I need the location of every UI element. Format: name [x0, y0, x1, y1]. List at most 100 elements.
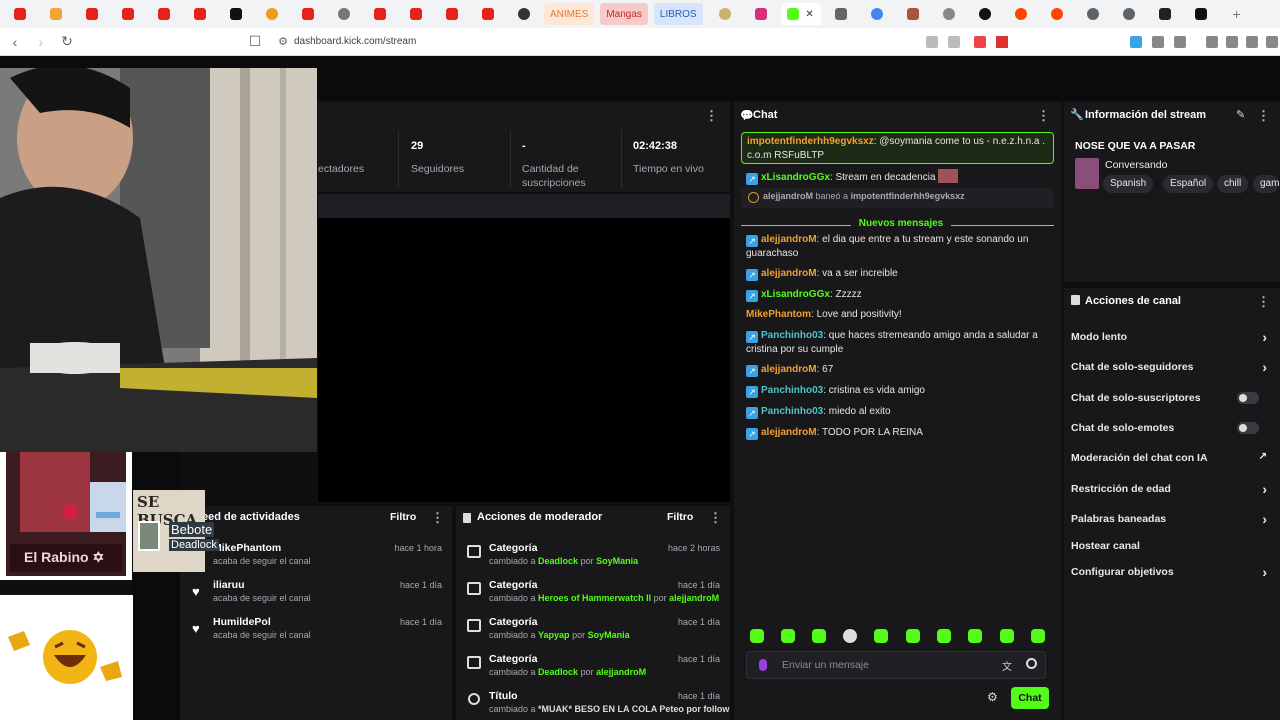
- tab-tiktok-icon[interactable]: [1185, 3, 1217, 25]
- edit-pencil-icon[interactable]: ✎: [1236, 108, 1245, 121]
- tab-youtube-icon[interactable]: [148, 3, 180, 25]
- tab-reddit-icon[interactable]: [1005, 3, 1037, 25]
- tab-youtube-icon[interactable]: [4, 3, 36, 25]
- url-field[interactable]: dashboard.kick.com/stream: [294, 28, 416, 56]
- tab-animes[interactable]: ANIMES: [544, 3, 595, 25]
- tab-black-icon[interactable]: [969, 3, 1001, 25]
- tab-x-icon[interactable]: [220, 3, 252, 25]
- stats-menu-icon[interactable]: ⋮: [705, 108, 718, 124]
- stream-info-menu-icon[interactable]: ⋮: [1257, 108, 1270, 124]
- tab-youtube-icon[interactable]: [76, 3, 108, 25]
- tab-youtube-icon[interactable]: [436, 3, 468, 25]
- moderator-filter-button[interactable]: Filtro: [667, 511, 693, 523]
- mod-action-value[interactable]: Deadlock: [538, 667, 578, 677]
- tab-history-icon[interactable]: [933, 3, 965, 25]
- chat-user[interactable]: alejjandroM: [761, 268, 817, 279]
- close-tab-icon[interactable]: ✕: [805, 9, 813, 20]
- tab-active-kick[interactable]: ✕: [780, 3, 821, 25]
- emote-icon[interactable]: [812, 629, 826, 643]
- action-set-goals[interactable]: Configurar objetivos ›: [1071, 564, 1271, 580]
- reload-icon[interactable]: ↻: [56, 31, 78, 53]
- toggle-subscribers-only[interactable]: [1237, 392, 1259, 404]
- chat-user[interactable]: Panchinho03: [761, 406, 823, 417]
- toggle-emotes-only[interactable]: [1237, 422, 1259, 434]
- action-ai-moderation[interactable]: Moderación del chat con IA ↗: [1071, 451, 1271, 464]
- alert-icon[interactable]: [996, 36, 1008, 48]
- tab-youtube-icon[interactable]: [184, 3, 216, 25]
- tab-globe-icon[interactable]: [1113, 3, 1145, 25]
- site-info-icon[interactable]: ⚙: [272, 31, 294, 53]
- chat-user[interactable]: MikePhantom: [746, 309, 811, 320]
- pinned-user[interactable]: impotentfinderhh9egvksxz: [747, 136, 874, 147]
- action-emotes-only[interactable]: Chat de solo-emotes: [1071, 422, 1271, 434]
- tab-youtube-icon[interactable]: [292, 3, 324, 25]
- chat-user[interactable]: alejjandroM: [761, 364, 817, 375]
- action-slow-mode[interactable]: Modo lento ›: [1071, 329, 1271, 345]
- microphone-icon[interactable]: [759, 659, 767, 671]
- profile-icon[interactable]: [1266, 36, 1278, 48]
- back-icon[interactable]: ‹: [4, 31, 26, 53]
- chat-menu-icon[interactable]: ⋮: [1037, 108, 1050, 124]
- mod-action-value[interactable]: *MUAK* BESO EN LA COLA Peteo por follow: [538, 704, 729, 714]
- tab-youtube-icon[interactable]: [364, 3, 396, 25]
- tab-gray-icon[interactable]: [328, 3, 360, 25]
- moderator-menu-icon[interactable]: ⋮: [709, 510, 722, 526]
- tab-orange-icon[interactable]: [40, 3, 72, 25]
- tab-instagram-icon[interactable]: [745, 3, 777, 25]
- mod-action-user[interactable]: alejjandroM: [596, 667, 646, 677]
- tab-shield-icon[interactable]: [825, 3, 857, 25]
- wallet-icon[interactable]: [1246, 36, 1258, 48]
- tab-youtube-icon[interactable]: [472, 3, 504, 25]
- smiley-icon[interactable]: [1026, 658, 1037, 669]
- tab-google-icon[interactable]: [861, 3, 893, 25]
- emote-icon[interactable]: [750, 629, 764, 643]
- chat-user[interactable]: alejjandroM: [761, 427, 817, 438]
- chat-user[interactable]: Panchinho03: [761, 385, 823, 396]
- tab-heart-icon[interactable]: [256, 3, 288, 25]
- emote-icon[interactable]: [1031, 629, 1045, 643]
- tab-globe-icon[interactable]: [1077, 3, 1109, 25]
- extension-icon[interactable]: [974, 36, 986, 48]
- sidepanel-icon[interactable]: [1226, 36, 1238, 48]
- ban-user[interactable]: alejjandroM: [763, 191, 813, 201]
- tab-openai-icon[interactable]: [508, 3, 540, 25]
- new-tab-icon[interactable]: +: [1221, 3, 1253, 25]
- translate-icon[interactable]: 文: [1002, 658, 1012, 673]
- action-followers-only[interactable]: Chat de solo-seguidores ›: [1071, 359, 1271, 375]
- action-host-channel[interactable]: Hostear canal: [1071, 540, 1271, 552]
- action-subscribers-only[interactable]: Chat de solo-suscriptores: [1071, 392, 1271, 404]
- tab-reddit-icon[interactable]: [1041, 3, 1073, 25]
- tab-food-icon[interactable]: [709, 3, 741, 25]
- chat-user[interactable]: alejjandroM: [761, 234, 817, 245]
- settings-gear-icon[interactable]: ⚙: [987, 690, 998, 704]
- emote-icon[interactable]: [906, 629, 920, 643]
- translate-icon[interactable]: [1130, 36, 1142, 48]
- tab-libros[interactable]: LIBROS: [653, 3, 703, 25]
- category-name[interactable]: Conversando: [1105, 159, 1167, 171]
- tab-youtube-icon[interactable]: [112, 3, 144, 25]
- share-icon[interactable]: [948, 36, 960, 48]
- forward-icon[interactable]: ›: [30, 31, 52, 53]
- action-age-restriction[interactable]: Restricción de edad ›: [1071, 481, 1271, 497]
- chat-user[interactable]: xLisandroGGx: [761, 172, 830, 183]
- tab-mangas[interactable]: Mangas: [600, 3, 648, 25]
- media-icon[interactable]: [1206, 36, 1218, 48]
- send-chat-button[interactable]: Chat: [1011, 687, 1049, 709]
- mod-action-value[interactable]: Deadlock: [538, 556, 578, 566]
- emote-icon[interactable]: [843, 629, 857, 643]
- emote-icon[interactable]: [874, 629, 888, 643]
- chat-user[interactable]: Panchinho03: [761, 330, 823, 341]
- tab-youtube-icon[interactable]: [400, 3, 432, 25]
- emote-icon[interactable]: [937, 629, 951, 643]
- mod-action-value[interactable]: Yapyap: [538, 630, 570, 640]
- activity-user[interactable]: iliaruu: [213, 579, 245, 591]
- emote-icon[interactable]: [1000, 629, 1014, 643]
- puzzle-icon[interactable]: [1152, 36, 1164, 48]
- mod-action-value[interactable]: Heroes of Hammerwatch II: [538, 593, 651, 603]
- tag-chip[interactable]: Español: [1163, 175, 1214, 193]
- pinned-message[interactable]: impotentfinderhh9egvksxz: @soymania come…: [741, 132, 1054, 164]
- tag-chip[interactable]: Spanish: [1103, 175, 1154, 193]
- activity-menu-icon[interactable]: ⋮: [431, 510, 444, 526]
- activity-user[interactable]: HumildePol: [213, 616, 271, 628]
- capture-icon[interactable]: [1174, 36, 1186, 48]
